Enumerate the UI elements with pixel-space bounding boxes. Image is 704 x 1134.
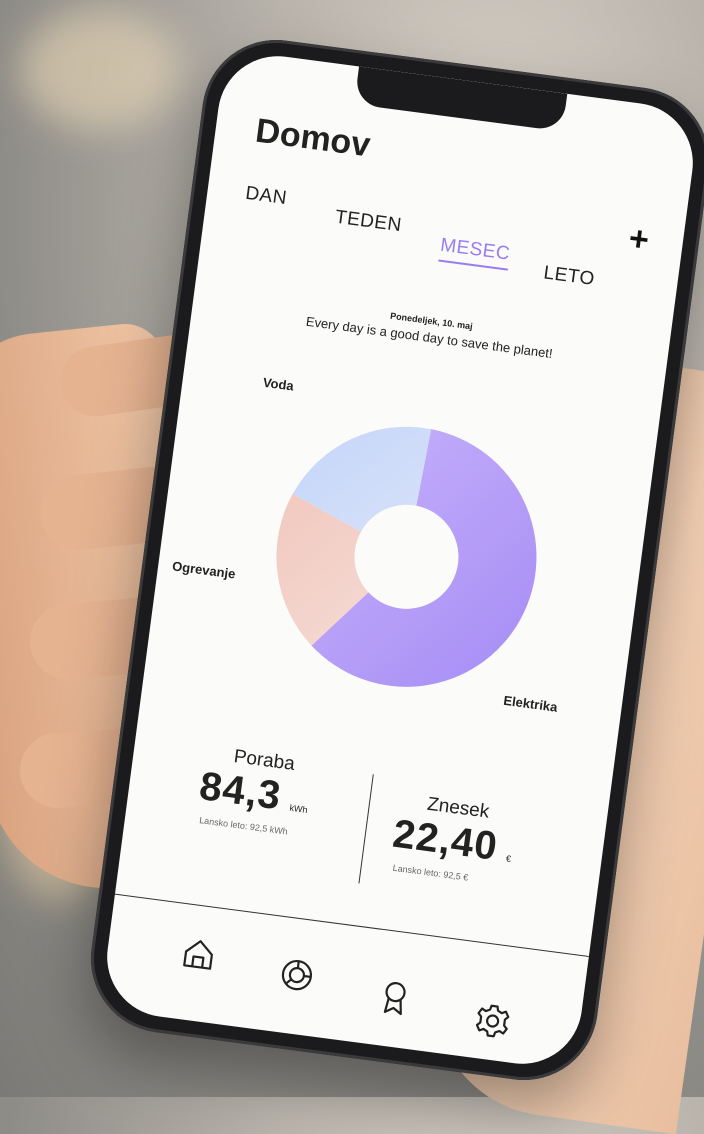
- donut-chart: [276, 426, 537, 687]
- chart-donut-icon[interactable]: [273, 952, 320, 999]
- background-blur-top: [20, 10, 180, 130]
- tab-teden[interactable]: TEDEN: [334, 207, 403, 238]
- stat-znesek: Znesek 22,40 € Lansko leto: 92,5 €: [388, 790, 518, 888]
- phone-screen: Domov + DAN TEDEN MESEC LETO Ponedeljek,…: [99, 48, 701, 1072]
- add-button[interactable]: +: [627, 219, 652, 259]
- label-ogrevanje: Ogrevanje: [171, 558, 237, 582]
- stats-divider: [358, 774, 374, 884]
- settings-icon[interactable]: [469, 997, 516, 1044]
- home-icon[interactable]: [175, 931, 222, 978]
- tab-dan[interactable]: DAN: [244, 183, 288, 210]
- poraba-unit: kWh: [288, 802, 309, 816]
- bottom-nav: [163, 929, 526, 1038]
- label-voda: Voda: [262, 374, 295, 394]
- award-icon[interactable]: [371, 975, 418, 1022]
- notch: [354, 66, 568, 132]
- period-tabs: DAN TEDEN MESEC LETO: [244, 183, 650, 290]
- tab-mesec[interactable]: MESEC: [438, 234, 512, 271]
- poraba-value: 84,3: [196, 763, 284, 819]
- tab-leto[interactable]: LETO: [542, 262, 596, 291]
- znesek-unit: €: [505, 853, 512, 865]
- page-title: Domov: [253, 111, 373, 165]
- stat-poraba: Poraba 84,3 kWh Lansko leto: 92,5 kWh: [195, 742, 315, 839]
